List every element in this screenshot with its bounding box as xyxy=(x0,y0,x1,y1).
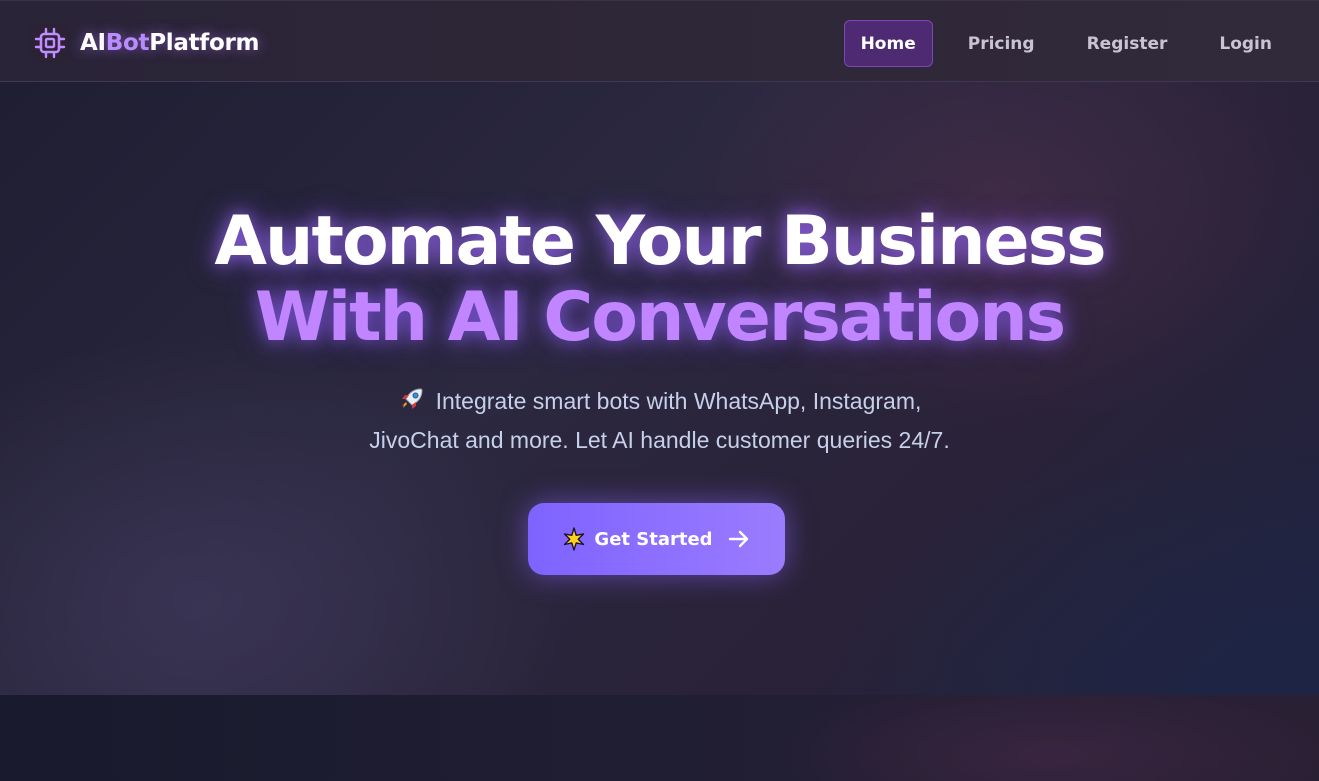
hero-subtitle: Integrate smart bots with WhatsApp, Inst… xyxy=(0,384,1319,458)
rocket-icon xyxy=(398,385,426,423)
hero-headline: Automate Your Business With AI Conversat… xyxy=(0,204,1319,356)
nav-pricing-link[interactable]: Pricing xyxy=(951,20,1052,67)
headline-line-1: Automate Your Business xyxy=(214,202,1106,281)
subtitle-line-1: Integrate smart bots with WhatsApp, Inst… xyxy=(0,384,1319,423)
nav-login-link[interactable]: Login xyxy=(1202,20,1289,67)
nav-home-link[interactable]: Home xyxy=(843,20,933,67)
hero-section: Automate Your Business With AI Conversat… xyxy=(0,82,1319,695)
subtitle-line-2: JivoChat and more. Let AI handle custome… xyxy=(369,427,950,453)
brand-name: AIBotPlatform xyxy=(80,30,259,56)
brand-suffix: Platform xyxy=(149,30,260,56)
nav-links: Home Pricing Register Login xyxy=(826,20,1289,67)
nav-register-link[interactable]: Register xyxy=(1070,20,1185,67)
arrow-right-icon xyxy=(727,527,751,551)
brand-logo-link[interactable]: AIBotPlatform xyxy=(30,22,259,64)
get-started-label: Get Started xyxy=(594,528,713,550)
brand-prefix: AI xyxy=(80,30,106,56)
headline-line-2: With AI Conversations xyxy=(254,278,1066,357)
chip-icon xyxy=(30,23,70,63)
subtitle-text-1: Integrate smart bots with WhatsApp, Inst… xyxy=(435,388,922,414)
top-navbar: AIBotPlatform Home Pricing Register Logi… xyxy=(0,0,1319,82)
brand-accent: Bot xyxy=(105,30,150,56)
get-started-button[interactable]: Get Started xyxy=(528,503,785,575)
next-section xyxy=(0,695,1319,781)
sparkle-star-icon xyxy=(562,527,586,551)
